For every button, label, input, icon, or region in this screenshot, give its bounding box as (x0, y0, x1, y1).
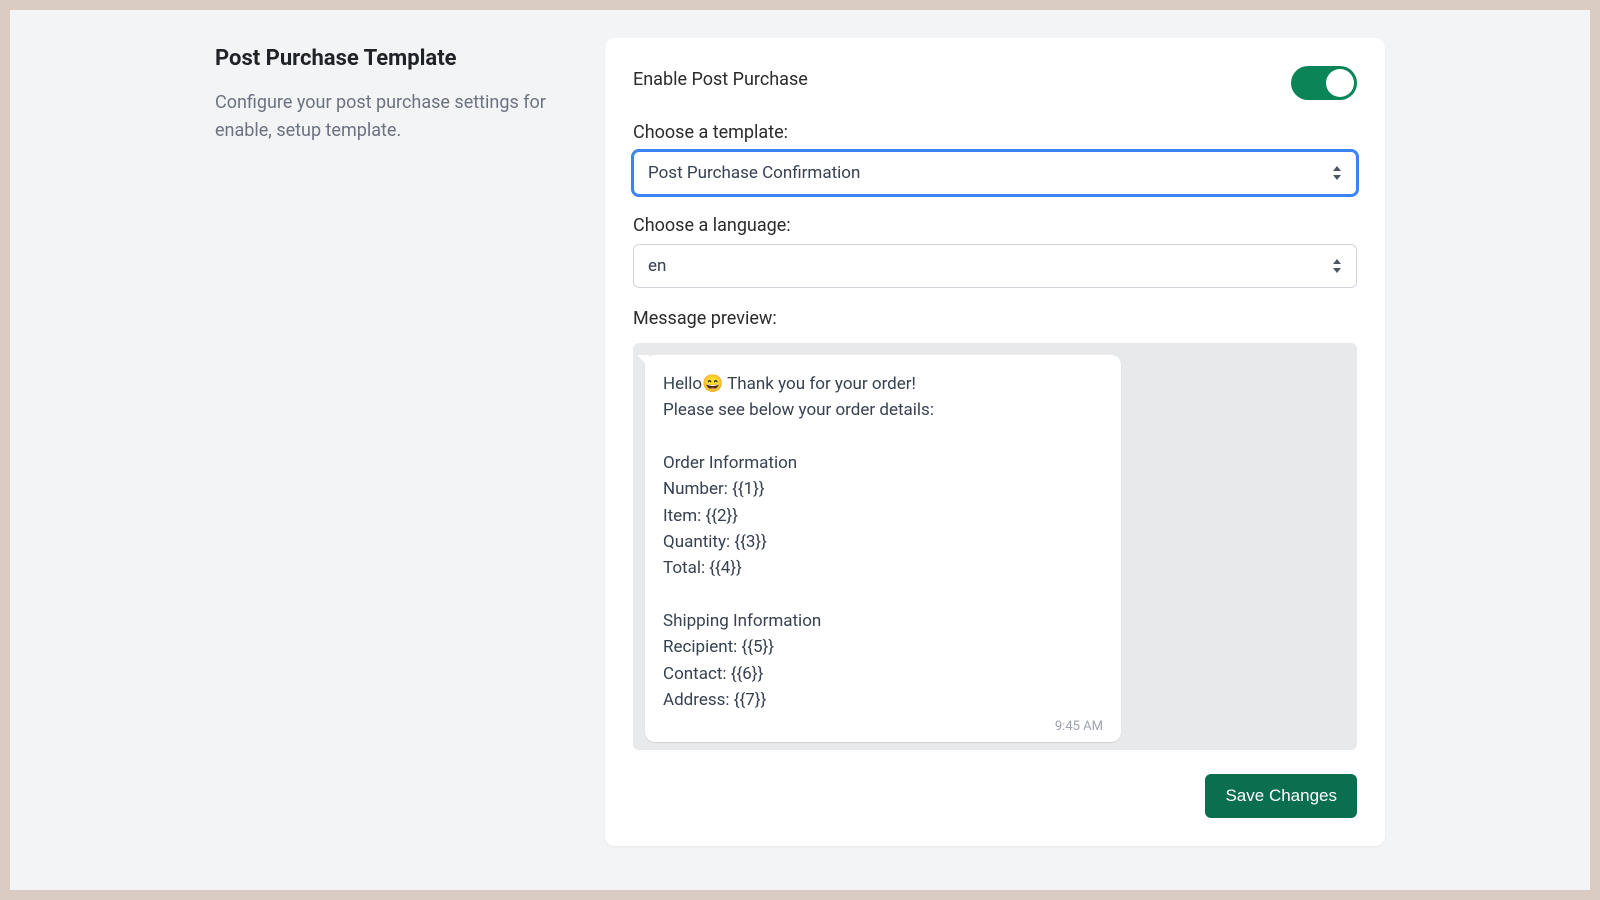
template-select-value: Post Purchase Confirmation (648, 163, 860, 183)
select-chevron-icon (1332, 259, 1342, 273)
page-description: Configure your post purchase settings fo… (215, 89, 565, 145)
language-label: Choose a language: (633, 215, 1357, 236)
chat-bubble: Hello😄 Thank you for your order! Please … (645, 355, 1121, 742)
toggle-knob (1326, 69, 1354, 97)
template-label: Choose a template: (633, 122, 1357, 143)
language-select-value: en (648, 256, 666, 276)
save-button[interactable]: Save Changes (1205, 774, 1357, 818)
message-time: 9:45 AM (663, 719, 1103, 734)
settings-card: Enable Post Purchase Choose a template: … (605, 38, 1385, 846)
language-select[interactable]: en (633, 244, 1357, 288)
preview-label: Message preview: (633, 308, 1357, 329)
page-title: Post Purchase Template (215, 46, 565, 71)
left-column: Post Purchase Template Configure your po… (215, 38, 565, 846)
message-text: Hello😄 Thank you for your order! Please … (663, 371, 1103, 713)
select-chevron-icon (1332, 166, 1342, 180)
enable-toggle[interactable] (1291, 66, 1357, 100)
enable-label: Enable Post Purchase (633, 69, 808, 90)
template-select[interactable]: Post Purchase Confirmation (633, 151, 1357, 195)
message-preview: Hello😄 Thank you for your order! Please … (633, 343, 1357, 750)
